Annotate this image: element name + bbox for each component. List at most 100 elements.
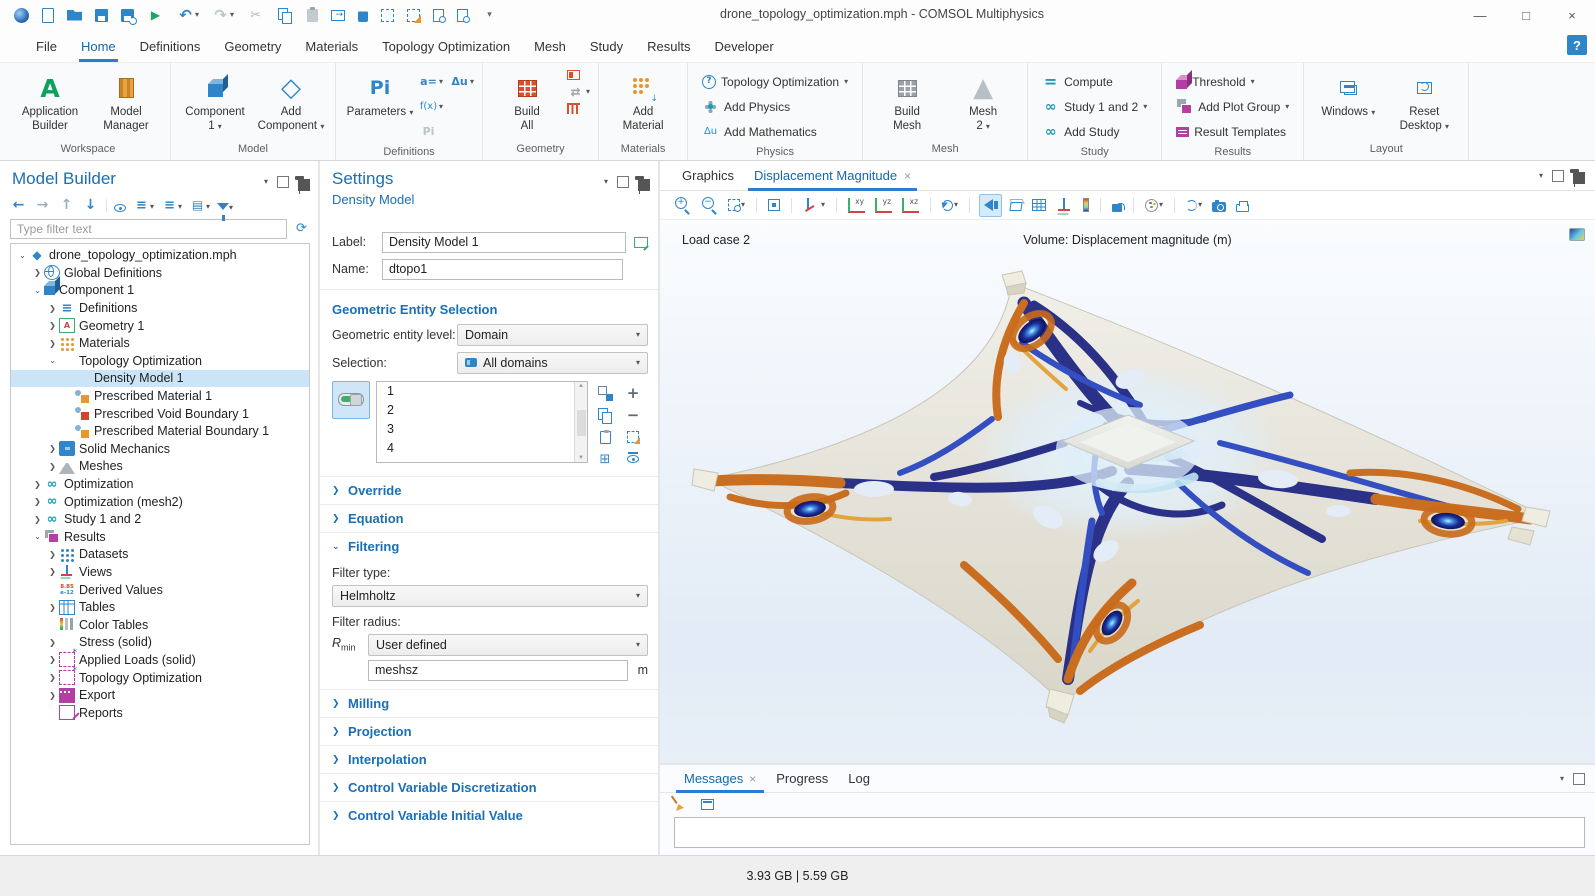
tree-item[interactable]: ❯Solid Mechanics [11,440,309,458]
list-columns-button[interactable] [189,197,210,214]
entity-level-select[interactable]: Domain [457,324,648,346]
application-builder-button[interactable]: ApplicationBuilder [14,67,86,133]
tree-item[interactable]: ❯Export [11,686,309,704]
float-panel-icon[interactable] [277,176,289,188]
build-mesh-button[interactable]: BuildMesh [871,67,943,133]
collapse-icon[interactable]: ⌄ [32,286,43,295]
tree-item[interactable]: Prescribed Material Boundary 1 [11,422,309,440]
arrow-up-button[interactable] [58,197,75,214]
tree-item[interactable]: Density Model 1 [11,370,309,388]
tree-item[interactable]: Prescribed Void Boundary 1 [11,405,309,423]
tree-item[interactable]: ❯Study 1 and 2 [11,510,309,528]
expand-icon[interactable]: ❯ [47,444,58,453]
save-search-button[interactable] [121,9,134,22]
eye-button[interactable] [114,198,126,213]
tree-item[interactable]: ⌄drone_topology_optimization.mph [11,247,309,265]
add-study-button[interactable]: Add Study [1036,119,1153,144]
filter-type-select[interactable]: Helmholtz [332,585,648,607]
g-camera-button[interactable] [1210,197,1228,214]
filter-radius-input[interactable] [368,660,628,681]
expand-icon[interactable]: ❯ [47,603,58,612]
section-control-variable-discretization[interactable]: ❯Control Variable Discretization [320,773,658,801]
g-zoomin-button[interactable] [672,195,693,216]
g-goto-button[interactable] [801,195,827,216]
search-doc-button[interactable] [433,9,444,22]
refresh-icon[interactable] [293,220,310,237]
add-mathematics-button[interactable]: Add Mathematics [696,119,854,144]
panel-menu-icon[interactable] [264,178,268,186]
geom-import-button[interactable] [567,70,590,80]
sel-add-button[interactable] [622,383,644,404]
undo-button[interactable] [177,7,199,24]
collapse-icon[interactable]: ⌄ [32,532,43,541]
expand-icon[interactable]: ❯ [32,480,43,489]
g-extents-button[interactable] [766,197,782,213]
tree-item[interactable]: ❯Datasets [11,546,309,564]
messages-tab-messages[interactable]: Messages× [674,765,766,793]
arrow-left-button[interactable] [10,197,27,214]
float-panel-icon[interactable] [1573,773,1585,785]
g-light-button[interactable] [979,194,1002,217]
sel-copy-button[interactable] [594,405,616,426]
threshold-button[interactable]: Threshold [1170,69,1295,94]
active-toggle-button[interactable] [332,381,370,419]
pin-panel-icon[interactable] [298,179,310,191]
sel-hide-button[interactable] [622,449,644,470]
scroll-down-icon[interactable]: ▼ [578,455,584,461]
section-milling[interactable]: ❯Milling [320,689,658,717]
tree-item[interactable]: Reports [11,704,309,722]
panel-menu-icon[interactable] [604,178,608,186]
g-grid-button[interactable] [1030,197,1048,213]
expand-icon[interactable]: ❯ [32,268,43,277]
window-move-button[interactable] [331,10,345,21]
messages-tab-log[interactable]: Log [838,765,880,793]
topology-optimization-button[interactable]: Topology Optimization [696,69,854,94]
menu-tab-definitions[interactable]: Definitions [128,30,213,62]
g-palette-button[interactable] [1143,197,1165,214]
tree-item[interactable]: ❯Optimization (mesh2) [11,493,309,511]
domain-list-item[interactable]: 3 [387,422,574,441]
compute-button[interactable]: Compute [1036,69,1153,94]
a-eq-button[interactable] [420,73,443,90]
section-projection[interactable]: ❯Projection [320,717,658,745]
tree-item[interactable]: Derived Values [11,581,309,599]
expand-icon[interactable]: ❯ [47,339,58,348]
float-panel-icon[interactable] [1552,170,1564,182]
build-all-button[interactable]: BuildAll [491,67,563,133]
expand-icon[interactable]: ❯ [47,304,58,313]
add-material-button[interactable]: AddMaterial [607,67,679,133]
pin-panel-icon[interactable] [1573,172,1585,184]
close-tab-icon[interactable]: × [749,772,756,786]
tree-item[interactable]: Color Tables [11,616,309,634]
domain-list[interactable]: 1234 ▲ ▼ [376,381,588,463]
g-rotate-button[interactable] [940,198,960,213]
pin-panel-icon[interactable] [638,179,650,191]
result-templates-button[interactable]: Result Templates [1170,119,1295,144]
graphics-tab-displacement-magnitude[interactable]: Displacement Magnitude× [744,161,921,191]
expand-icon[interactable]: ❯ [32,497,43,506]
study-1-and-2-button[interactable]: Study 1 and 2 [1036,94,1153,119]
clear-frame-button[interactable] [407,9,420,22]
arrow-down-button[interactable] [82,197,99,214]
sel-zoom-button[interactable] [594,449,616,470]
domain-list-item[interactable]: 1 [387,384,574,403]
view-xy-button[interactable] [846,196,867,215]
tree-item[interactable]: ❯Applied Loads (solid) [11,651,309,669]
tree-item[interactable]: ❯Meshes [11,458,309,476]
list-expand-button[interactable] [161,197,182,214]
collapse-icon[interactable]: ⌄ [17,251,28,260]
redo-button[interactable] [212,7,234,24]
m-broom-button[interactable] [674,795,691,815]
close-tab-icon[interactable]: × [904,169,911,183]
select-frame-button[interactable] [381,9,394,22]
messages-tab-progress[interactable]: Progress [766,765,838,793]
fx-button[interactable] [420,98,443,115]
tree-item[interactable]: ❯Definitions [11,299,309,317]
help-button[interactable]: ? [1567,35,1587,55]
rename-icon[interactable] [634,237,648,248]
geom-fence-button[interactable] [567,103,590,114]
menu-tab-topology-optimization[interactable]: Topology Optimization [370,30,522,62]
tree-item[interactable]: ❯Optimization [11,475,309,493]
expand-icon[interactable]: ❯ [47,691,58,700]
maximize-button[interactable]: □ [1503,0,1549,30]
